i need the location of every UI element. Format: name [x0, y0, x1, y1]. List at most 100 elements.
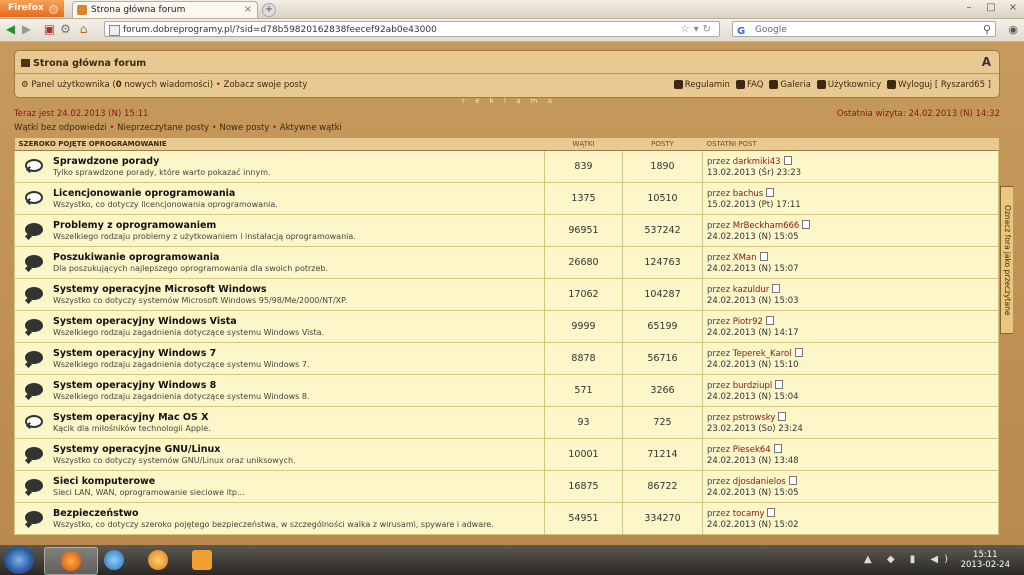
- table-row: Bezpieczeństwo Wszystko, co dotyczy szero…: [14, 502, 999, 535]
- forum-name[interactable]: Licencjonowanie oprogramowania: [53, 188, 544, 199]
- logout-link[interactable]: Wyloguj [ Ryszard65 ]: [887, 80, 991, 90]
- section-title[interactable]: SZEROKO POJĘTE OPROGRAMOWANIE: [14, 138, 545, 151]
- unread-link[interactable]: Nieprzeczytane posty: [117, 123, 209, 133]
- last-post-author[interactable]: burdziupl: [733, 381, 773, 391]
- faq-link[interactable]: FAQ: [735, 80, 763, 90]
- clock[interactable]: 15:11 2013-02-24: [961, 550, 1010, 570]
- posts-count: 1890: [622, 150, 703, 183]
- forum-name[interactable]: System operacyjny Windows 8: [53, 380, 544, 391]
- rules-link[interactable]: Regulamin: [673, 80, 730, 90]
- new-posts-link[interactable]: Nowe posty: [219, 123, 269, 133]
- view-last-post-icon[interactable]: [765, 315, 774, 325]
- window-controls: – □ ×: [958, 0, 1024, 16]
- gallery-link[interactable]: Galeria: [769, 80, 811, 90]
- firefox-icon: [61, 551, 81, 571]
- last-post-author[interactable]: MrBeckham666: [733, 221, 800, 231]
- page-title[interactable]: Strona główna forum: [21, 58, 146, 69]
- last-post-author[interactable]: Piesek64: [733, 445, 771, 455]
- view-last-post-icon[interactable]: [783, 155, 792, 165]
- view-last-post-icon[interactable]: [773, 443, 782, 453]
- last-post-cell: przez djosdanielos 24.02.2013 (N) 15:05: [702, 470, 999, 503]
- start-button[interactable]: [4, 546, 34, 574]
- forum-description: Wszystko co dotyczy systemów Microsoft W…: [53, 296, 348, 305]
- forum-name[interactable]: System operacyjny Windows Vista: [53, 316, 544, 327]
- forum-name[interactable]: Systemy operacyjne GNU/Linux: [53, 444, 544, 455]
- last-post-date: 24.02.2013 (N) 13:48: [707, 455, 799, 466]
- wifi-icon[interactable]: ◉: [1008, 23, 1018, 36]
- close-window-icon[interactable]: ×: [1002, 0, 1024, 16]
- view-last-post-icon[interactable]: [778, 411, 787, 421]
- system-tray[interactable]: ▲ ◆ ▮ ◀): [864, 554, 954, 565]
- new-messages-link[interactable]: nowych wiadomości: [124, 80, 209, 90]
- topics-count: 17062: [544, 278, 623, 311]
- view-last-post-icon[interactable]: [794, 347, 803, 357]
- view-last-post-icon[interactable]: [775, 379, 784, 389]
- maximize-icon[interactable]: □: [980, 0, 1002, 16]
- view-last-post-icon[interactable]: [759, 251, 768, 261]
- forum-name[interactable]: Bezpieczeństwo: [53, 508, 544, 519]
- search-placeholder: Google: [755, 25, 787, 35]
- forum-name[interactable]: Systemy operacyjne Microsoft Windows: [53, 284, 544, 295]
- url-bar[interactable]: forum.dobreprogramy.pl/?sid=d78b59820162…: [104, 21, 720, 37]
- close-tab-icon[interactable]: ×: [244, 2, 252, 18]
- last-post-author[interactable]: tocamy: [733, 509, 765, 519]
- own-posts-link[interactable]: Zobacz swoje posty: [224, 80, 308, 90]
- minimize-icon[interactable]: –: [958, 0, 980, 16]
- forum-name[interactable]: Problemy z oprogramowaniem: [53, 220, 544, 231]
- firefox-menu-button[interactable]: Firefox: [0, 0, 64, 17]
- back-icon[interactable]: ◀: [3, 22, 18, 37]
- by-prefix: przez: [707, 220, 731, 231]
- new-tab-button[interactable]: +: [262, 3, 276, 17]
- forum-status-icon: [25, 383, 43, 396]
- last-post-author[interactable]: XMan: [733, 253, 757, 263]
- mark-read-tab[interactable]: Oznacz fora jako przeczytane: [1000, 186, 1013, 334]
- bookmark-icon[interactable]: ▣: [42, 22, 57, 37]
- reload-icon[interactable]: ☆▾↻: [681, 22, 715, 38]
- last-post-author[interactable]: bachus: [733, 189, 763, 199]
- last-post-author[interactable]: darkmiki43: [733, 157, 781, 167]
- last-post-author[interactable]: djosdanielos: [733, 477, 786, 487]
- table-row: System operacyjny Windows 7 Wszelkiego ro…: [14, 342, 999, 375]
- last-post-author[interactable]: Teperek_Karol: [733, 349, 792, 359]
- search-input[interactable]: G Google ⚲: [732, 21, 996, 37]
- font-size-icon[interactable]: A: [982, 55, 991, 69]
- posts-count: 3266: [622, 374, 703, 407]
- forum-description: Wszelkiego rodzaju zagadnienia dotyczące…: [53, 392, 310, 401]
- topics-count: 16875: [544, 470, 623, 503]
- view-last-post-icon[interactable]: [766, 187, 775, 197]
- forum-name[interactable]: Sieci komputerowe: [53, 476, 544, 487]
- last-post-author[interactable]: Piotr92: [733, 317, 763, 327]
- page-icon: [109, 25, 120, 36]
- forward-icon[interactable]: ▶: [19, 22, 34, 37]
- forum-name[interactable]: Sprawdzone porady: [53, 156, 544, 167]
- last-post-date: 24.02.2013 (N) 15:05: [707, 231, 799, 242]
- view-last-post-icon[interactable]: [772, 283, 781, 293]
- new-messages-count: 0: [115, 80, 122, 90]
- taskbar-app-4[interactable]: [176, 547, 228, 573]
- last-post-cell: przez kazuldur 24.02.2013 (N) 15:03: [702, 278, 999, 311]
- active-topics-link[interactable]: Aktywne wątki: [280, 123, 342, 133]
- search-icon[interactable]: ⚲: [983, 22, 991, 38]
- posts-count: 124763: [622, 246, 703, 279]
- view-last-post-icon[interactable]: [788, 475, 797, 485]
- posts-header: POSTY: [622, 138, 703, 151]
- forum-name[interactable]: Poszukiwanie oprogramowania: [53, 252, 544, 263]
- forum-name[interactable]: System operacyjny Windows 7: [53, 348, 544, 359]
- navigation-bar: ◀ ▶ ▣ ⚙ ⌂ forum.dobreprogramy.pl/?sid=d7…: [0, 19, 1024, 42]
- last-post-cell: przez bachus 15.02.2013 (Pt) 17:11: [702, 182, 999, 215]
- browser-tab[interactable]: Strona główna forum ×: [72, 1, 258, 18]
- view-last-post-icon[interactable]: [767, 507, 776, 517]
- user-panel-link[interactable]: Panel użytkownika: [31, 80, 109, 90]
- last-post-author[interactable]: kazuldur: [733, 285, 769, 295]
- last-post-cell: przez Piesek64 24.02.2013 (N) 13:48: [702, 438, 999, 471]
- gallery-label: Galeria: [780, 80, 811, 90]
- last-post-author[interactable]: pstrowsky: [733, 413, 776, 423]
- unanswered-link[interactable]: Wątki bez odpowiedzi: [14, 123, 107, 133]
- posts-count: 725: [622, 406, 703, 439]
- tools-icon[interactable]: ⚙: [58, 22, 73, 37]
- last-post-date: 13.02.2013 (Śr) 23:23: [707, 167, 802, 178]
- users-link[interactable]: Użytkownicy: [816, 80, 881, 90]
- home-icon[interactable]: ⌂: [76, 22, 91, 37]
- view-last-post-icon[interactable]: [802, 219, 811, 229]
- forum-name[interactable]: System operacyjny Mac OS X: [53, 412, 544, 423]
